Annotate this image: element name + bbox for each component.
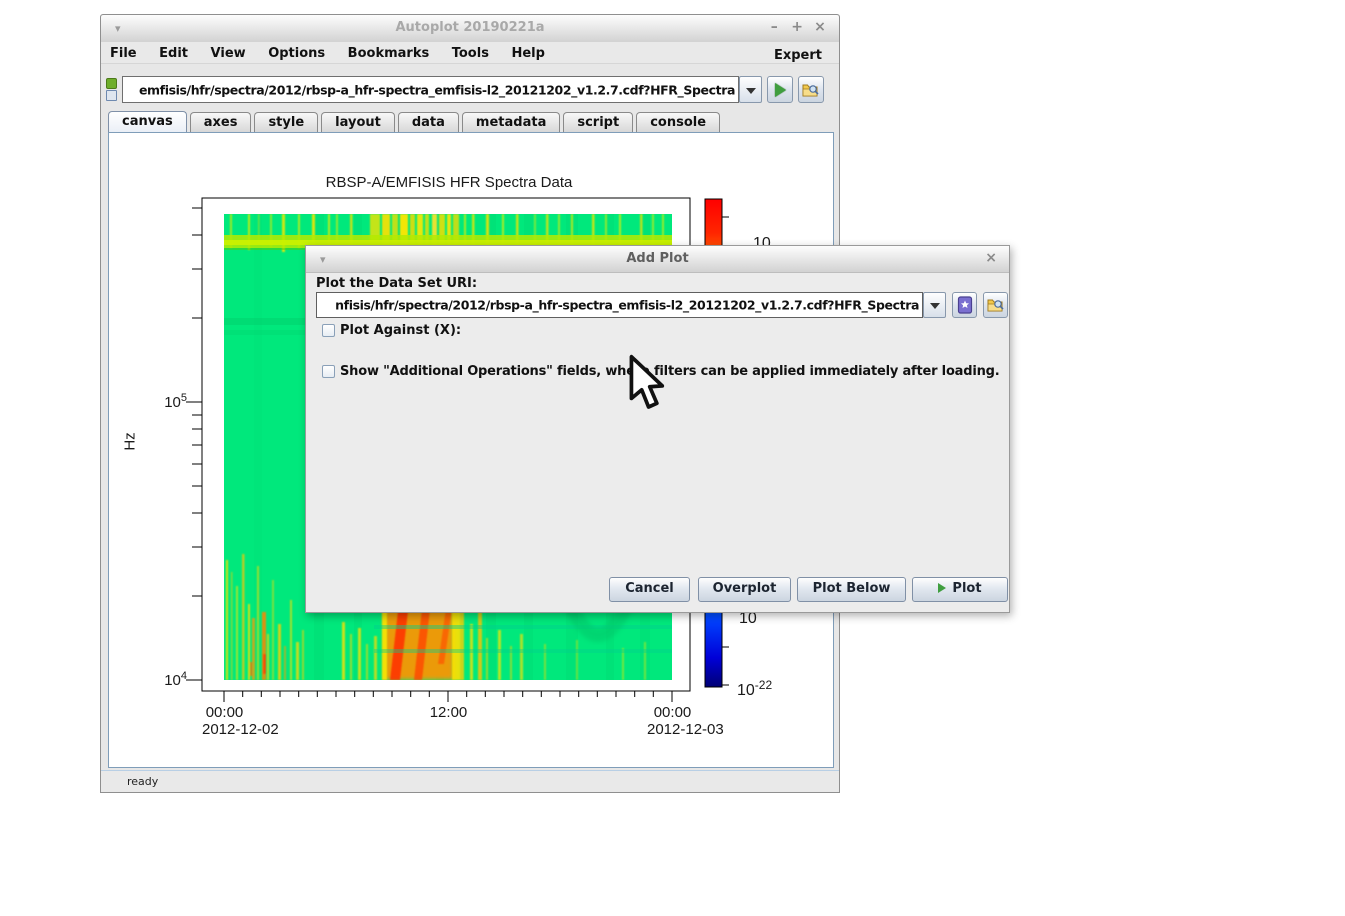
tab-canvas[interactable]: canvas [108,111,187,133]
status-bar: ready [101,770,839,792]
tab-script[interactable]: script [563,112,634,133]
x-tick-date-2: 2012-12-03 [647,721,724,738]
x-tick-date-0: 2012-12-02 [202,721,279,738]
colorbar-tick-bottom: 10-22 [737,678,773,699]
dialog-uri-input[interactable]: nfisis/hfr/spectra/2012/rbsp-a_hfr-spect… [316,292,923,318]
menu-bar: File Edit View Options Bookmarks Tools H… [101,42,839,64]
go-button[interactable] [767,76,793,103]
minimize-icon[interactable]: – [765,19,783,35]
play-icon [775,82,787,97]
tab-console[interactable]: console [636,112,721,133]
window-titlebar[interactable]: ▾ Autoplot 20190221a – + × [101,15,839,43]
menu-view[interactable]: View [202,42,255,63]
tab-metadata[interactable]: metadata [461,112,561,133]
status-text: ready [127,775,159,788]
close-icon[interactable]: × [811,19,829,35]
inspect-file-button[interactable] [798,76,824,103]
tab-layout[interactable]: layout [321,112,395,133]
x-tick-time-1: 12:00 [429,704,468,721]
x-tick-time-0: 00:00 [205,704,244,721]
menu-tools[interactable]: Tools [443,42,498,63]
dialog-titlebar[interactable]: ▾ Add Plot × [306,246,1009,273]
plot-below-button[interactable]: Plot Below [797,577,906,602]
menu-options[interactable]: Options [259,42,334,63]
bookmarks-button[interactable] [952,292,977,318]
tab-bar: canvas axes style layout data metadata script c… [108,111,723,133]
folder-magnifier-icon [802,84,819,96]
plot-against-checkbox[interactable] [322,324,335,337]
menu-expert[interactable]: Expert [765,44,831,65]
tab-data[interactable]: data [397,112,459,133]
show-operations-checkbox[interactable] [322,365,335,378]
plot-play-icon [938,583,947,593]
cancel-button[interactable]: Cancel [609,577,690,602]
add-plot-dialog: ▾ Add Plot × Plot the Data Set URI: nfis… [305,245,1010,613]
uri-dropdown-icon[interactable] [739,76,762,103]
overplot-button[interactable]: Overplot [698,577,791,602]
plot-button[interactable]: Plot [912,577,1008,602]
dialog-uri-dropdown-icon[interactable] [923,292,946,318]
menu-file[interactable]: File [101,42,146,63]
dialog-close-icon[interactable]: × [985,250,997,266]
show-operations-label: Show "Additional Operations" fields, whe… [340,364,1000,379]
x-tick-time-2: 00:00 [653,704,692,721]
datasource-status-icon [105,77,117,101]
menu-bookmarks[interactable]: Bookmarks [339,42,439,63]
y-tick-1e4: 104 [164,670,187,689]
window-title: Autoplot 20190221a [395,20,545,35]
bookmark-icon [957,296,972,314]
tab-axes[interactable]: axes [189,112,252,133]
uri-label: Plot the Data Set URI: [316,276,478,291]
y-tick-1e5: 105 [164,392,187,411]
dialog-title: Add Plot [626,251,689,266]
maximize-icon[interactable]: + [788,19,806,35]
menu-edit[interactable]: Edit [150,42,197,63]
folder-open-icon [987,299,1004,312]
dialog-file-button[interactable] [983,292,1008,318]
menu-help[interactable]: Help [502,42,553,63]
tab-style[interactable]: style [254,112,319,133]
desktop: ▾ Autoplot 20190221a – + × File Edit Vie… [0,0,1345,916]
plot-against-label: Plot Against (X): [340,323,462,338]
uri-input[interactable]: emfisis/hfr/spectra/2012/rbsp-a_hfr-spec… [122,76,739,103]
mouse-cursor [629,354,665,409]
